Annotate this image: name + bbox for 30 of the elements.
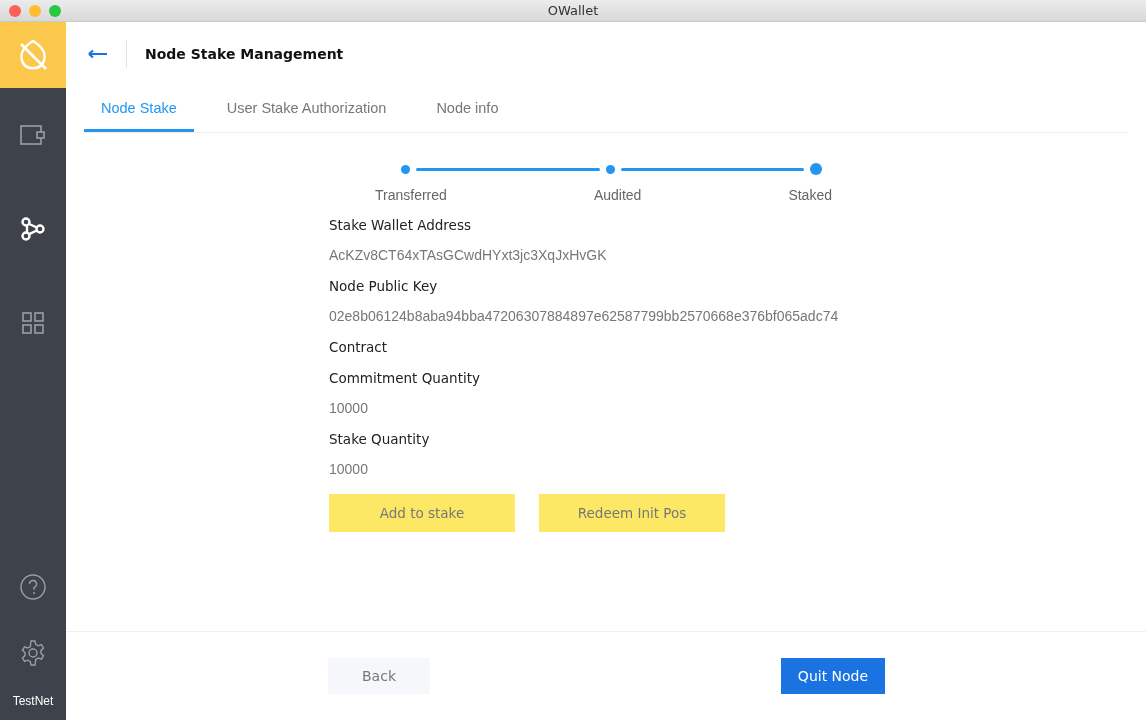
step-label: Staked bbox=[788, 187, 832, 203]
tab[interactable]: User Stake Authorization bbox=[209, 86, 404, 132]
field-label: Commitment Quantity bbox=[329, 370, 480, 386]
close-button[interactable] bbox=[9, 4, 21, 17]
field-value: 10000 bbox=[329, 400, 368, 416]
page-title: Node Stake Management bbox=[145, 46, 344, 62]
step-label: Audited bbox=[593, 187, 642, 203]
action-button[interactable]: Redeem Init Pos bbox=[539, 494, 725, 532]
tab[interactable]: Node info bbox=[419, 86, 516, 132]
wallet-icon bbox=[20, 125, 46, 145]
network-nodes-icon bbox=[20, 217, 46, 241]
field-label: Stake Wallet Address bbox=[329, 217, 471, 233]
field-value: 10000 bbox=[329, 461, 368, 477]
help-icon bbox=[20, 574, 46, 600]
grid-icon bbox=[22, 312, 44, 334]
zoom-button[interactable] bbox=[49, 4, 61, 17]
field-value: 02e8b06124b8aba94bba47206307884897e62587799bb2570668e376bf065adc74 bbox=[329, 308, 839, 324]
field-label: Stake Quantity bbox=[329, 431, 430, 447]
action-button[interactable]: Add to stake bbox=[329, 494, 515, 532]
back-button[interactable]: Back bbox=[328, 658, 430, 694]
settings-icon bbox=[20, 640, 46, 666]
window-title: OWallet bbox=[547, 3, 599, 18]
field-label: Node Public Key bbox=[329, 278, 438, 294]
field-label: Contract bbox=[329, 339, 388, 355]
quit-node-button[interactable]: Quit Node bbox=[781, 658, 885, 694]
field-value: AcKZv8CT64xTAsGCwdHYxt3jc3XqJxHvGK bbox=[329, 247, 607, 263]
back-arrow-icon bbox=[88, 49, 108, 59]
network-label: TestNet bbox=[12, 693, 54, 710]
tab[interactable]: Node Stake bbox=[84, 86, 194, 132]
step-label: Transferred bbox=[375, 187, 447, 203]
